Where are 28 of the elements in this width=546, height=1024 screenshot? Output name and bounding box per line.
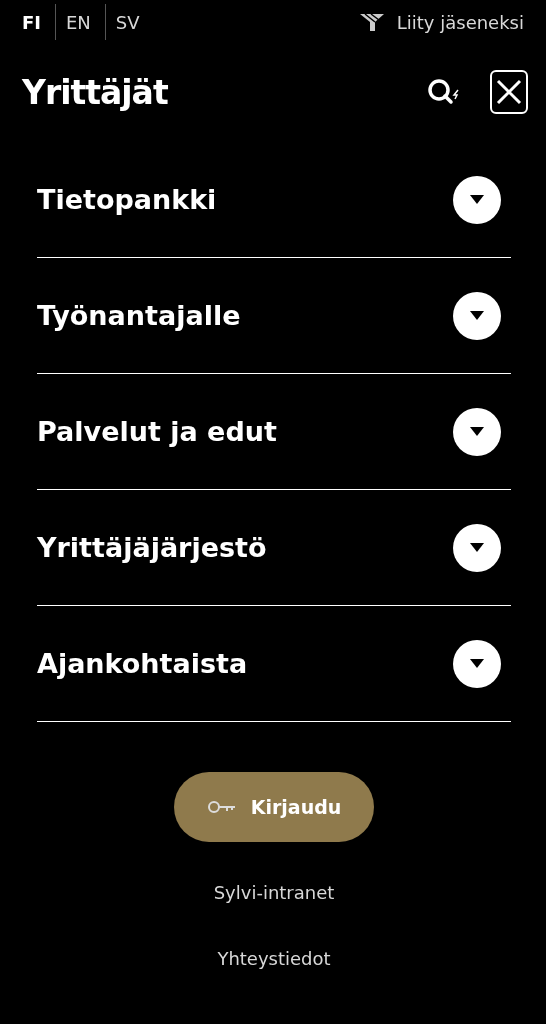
menu-item[interactable]: Palvelut ja edut [37, 416, 277, 447]
join-link[interactable]: Liity jäseneksi [358, 11, 524, 33]
caret-icon [470, 427, 484, 436]
menu-item[interactable]: Yrittäjäjärjestö [37, 532, 267, 563]
logo[interactable]: Yrittäjät [22, 72, 168, 112]
expand-button[interactable] [453, 523, 501, 572]
caret-icon [470, 543, 484, 552]
menu-item[interactable]: Ajankohtaista [37, 648, 248, 679]
close-icon [496, 79, 522, 105]
language-link[interactable]: SV [105, 4, 154, 40]
expand-button[interactable] [453, 407, 501, 456]
key-icon [206, 800, 237, 814]
login-button[interactable]: Kirjaudu [174, 772, 374, 842]
funnel-logo-icon [358, 12, 385, 32]
footer-link[interactable]: Yhteystiedot [217, 948, 331, 969]
caret-icon [470, 195, 484, 204]
close-button[interactable] [490, 70, 528, 114]
menu-item[interactable]: Työnantajalle [37, 300, 241, 331]
expand-button[interactable] [453, 291, 501, 340]
footer-link[interactable]: Sylvi-intranet [213, 882, 335, 903]
caret-icon [470, 659, 484, 668]
expand-button[interactable] [453, 639, 501, 688]
caret-icon [470, 311, 484, 320]
expand-button[interactable] [453, 175, 501, 224]
menu-item[interactable]: Tietopankki [37, 184, 217, 215]
language-link[interactable]: FI [12, 4, 56, 40]
search-icon[interactable] [426, 77, 462, 107]
language-link[interactable]: EN [56, 4, 106, 40]
